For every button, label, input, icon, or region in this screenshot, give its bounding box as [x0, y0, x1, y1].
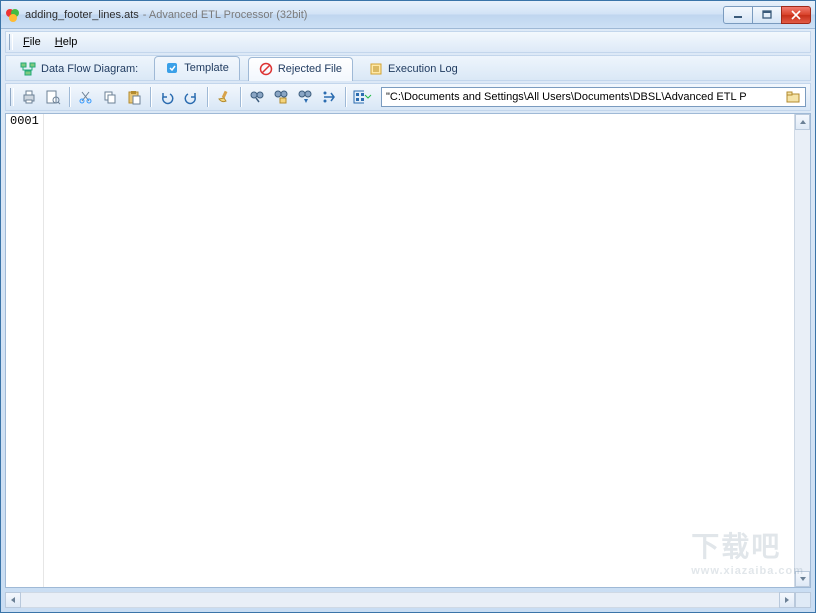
undo-button[interactable] [156, 86, 178, 108]
menu-file[interactable]: File [17, 34, 47, 50]
find-next-button[interactable] [294, 86, 316, 108]
title-appname: - Advanced ETL Processor (32bit) [143, 9, 308, 21]
menu-help-rest: elp [63, 36, 78, 48]
tabs-label-text: Data Flow Diagram: [41, 63, 138, 75]
window-title: adding_footer_lines.ats - Advanced ETL P… [25, 9, 720, 21]
copy-button[interactable] [99, 86, 121, 108]
toolbar: "C:\Documents and Settings\All Users\Doc… [5, 83, 811, 111]
clear-button[interactable] [213, 86, 235, 108]
replace-button[interactable] [270, 86, 292, 108]
line-number-1: 0001 [6, 114, 43, 128]
find-button[interactable] [246, 86, 268, 108]
paste-button[interactable] [123, 86, 145, 108]
scroll-down-button[interactable] [795, 571, 810, 587]
minimize-button[interactable] [723, 6, 753, 24]
hscroll-track[interactable] [21, 592, 779, 608]
rejected-icon [259, 62, 273, 76]
redo-button[interactable] [180, 86, 202, 108]
path-text: "C:\Documents and Settings\All Users\Doc… [386, 91, 747, 103]
titlebar: adding_footer_lines.ats - Advanced ETL P… [1, 1, 815, 29]
toolbar-sep-5 [345, 87, 346, 107]
tab-template[interactable]: Template [154, 56, 240, 80]
scroll-corner [795, 592, 811, 608]
toolbar-handle[interactable] [10, 88, 14, 106]
tab-template-label: Template [184, 62, 229, 74]
scroll-up-button[interactable] [795, 114, 810, 130]
tab-log[interactable]: Execution Log [361, 59, 466, 80]
print-preview-button[interactable] [42, 86, 64, 108]
app-icon [5, 7, 21, 23]
dropdown-caret-icon [364, 94, 372, 100]
toolbar-sep-3 [207, 87, 208, 107]
tabs-label: Data Flow Diagram: [12, 59, 146, 80]
title-filename: adding_footer_lines.ats [25, 9, 139, 21]
maximize-button[interactable] [752, 6, 782, 24]
log-icon [369, 62, 383, 76]
tab-rejected[interactable]: Rejected File [248, 57, 353, 81]
tab-log-label: Execution Log [388, 63, 458, 75]
app-window: adding_footer_lines.ats - Advanced ETL P… [0, 0, 816, 613]
vertical-scrollbar[interactable] [794, 114, 810, 587]
menu-file-rest: ile [30, 36, 41, 48]
scroll-right-button[interactable] [779, 592, 795, 608]
tab-rejected-label: Rejected File [278, 63, 342, 75]
menubar-handle[interactable] [9, 34, 13, 50]
view-mode-dropdown[interactable] [351, 86, 373, 108]
tabs-row: Data Flow Diagram: Template Rejected Fil… [5, 55, 811, 81]
close-button[interactable] [781, 6, 811, 24]
cut-button[interactable] [75, 86, 97, 108]
text-editor[interactable] [44, 114, 794, 587]
horizontal-scrollbar[interactable] [5, 592, 811, 608]
path-input[interactable]: "C:\Documents and Settings\All Users\Doc… [381, 87, 806, 107]
toolbar-sep-4 [240, 87, 241, 107]
line-number-gutter: 0001 [6, 114, 44, 587]
scroll-left-button[interactable] [5, 592, 21, 608]
template-icon [165, 61, 179, 75]
print-button[interactable] [18, 86, 40, 108]
window-controls [724, 6, 811, 24]
editor-area: 0001 下载吧 www.xiazaiba.com [5, 113, 811, 588]
toolbar-sep-1 [69, 87, 70, 107]
toolbar-sep-2 [150, 87, 151, 107]
browse-icon[interactable] [785, 90, 801, 104]
flow-icon [20, 62, 36, 76]
menu-help[interactable]: Help [49, 34, 84, 50]
goto-button[interactable] [318, 86, 340, 108]
menubar: File Help [5, 31, 811, 53]
